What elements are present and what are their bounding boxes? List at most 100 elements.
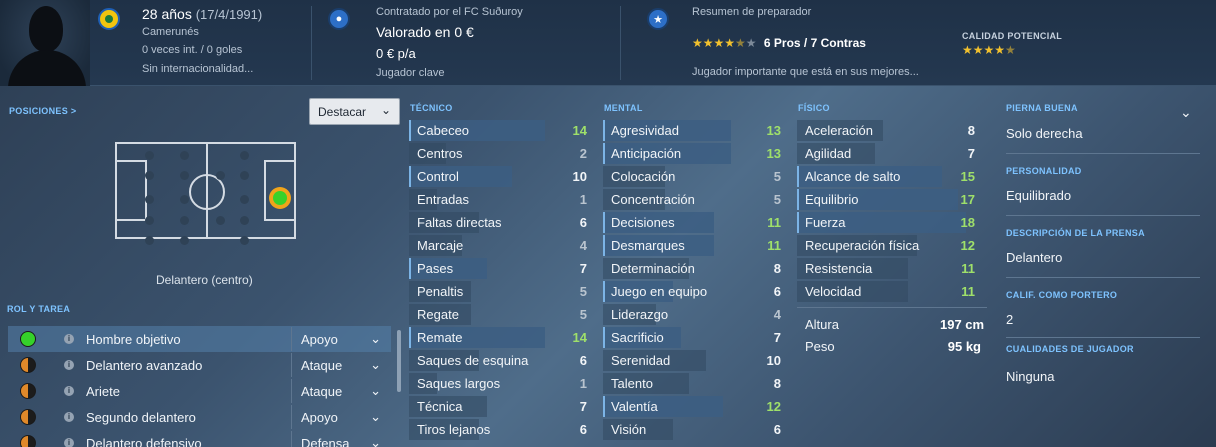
duty-value: Apoyo bbox=[301, 332, 338, 347]
attribute-row[interactable]: Anticipación 13 bbox=[603, 142, 789, 165]
attribute-row[interactable]: Desmarques 11 bbox=[603, 234, 789, 257]
attribute-value: 7 bbox=[579, 261, 587, 276]
attribute-row[interactable]: Agilidad 7 bbox=[797, 142, 983, 165]
international-status[interactable]: Sin internacionalidad... bbox=[142, 63, 253, 75]
divider bbox=[1006, 337, 1200, 338]
attribute-value: 6 bbox=[773, 284, 781, 299]
attribute-row[interactable]: Velocidad 11 bbox=[797, 280, 983, 303]
duty-dropdown[interactable]: Ataque ⌄ bbox=[291, 353, 391, 377]
duty-dropdown[interactable]: Ataque ⌄ bbox=[291, 379, 391, 403]
attribute-value: 1 bbox=[579, 192, 587, 207]
nationality-text: Camerunés bbox=[142, 26, 199, 38]
attribute-name: Alcance de salto bbox=[805, 169, 901, 184]
attribute-row[interactable]: Alcance de salto 15 bbox=[797, 165, 983, 188]
attribute-row[interactable]: Entradas 1 bbox=[409, 188, 595, 211]
attribute-row[interactable]: Talento 8 bbox=[603, 372, 789, 395]
potential-half-star-icon: ★ bbox=[1005, 43, 1016, 57]
attribute-name: Talento bbox=[611, 376, 653, 391]
info-icon[interactable]: i bbox=[64, 334, 74, 344]
attribute-value: 13 bbox=[766, 146, 781, 161]
role-row[interactable]: i Delantero avanzado Ataque ⌄ bbox=[8, 352, 391, 378]
positions-link[interactable]: POSICIONES > bbox=[9, 106, 76, 116]
mental-label: MENTAL bbox=[604, 103, 643, 113]
roles-scrollbar[interactable] bbox=[397, 330, 401, 392]
mental-attributes: Agresividad 13 Anticipación 13 Colocación 5 Co… bbox=[603, 119, 789, 441]
attribute-name: Saques largos bbox=[417, 376, 501, 391]
attribute-value: 12 bbox=[766, 399, 781, 414]
attribute-row[interactable]: Pases 7 bbox=[409, 257, 595, 280]
role-row[interactable]: i Ariete Ataque ⌄ bbox=[8, 378, 391, 404]
info-icon[interactable]: i bbox=[64, 412, 74, 422]
role-row[interactable]: i Segundo delantero Apoyo ⌄ bbox=[8, 404, 391, 430]
info-icon[interactable]: i bbox=[64, 360, 74, 370]
attribute-row[interactable]: Penaltis 5 bbox=[409, 280, 595, 303]
attribute-value: 5 bbox=[579, 307, 587, 322]
attribute-row[interactable]: Liderazgo 4 bbox=[603, 303, 789, 326]
attribute-row[interactable]: Valentía 12 bbox=[603, 395, 789, 418]
attribute-row[interactable]: Regate 5 bbox=[409, 303, 595, 326]
coach-empty-star-icon: ★ bbox=[745, 36, 757, 50]
attribute-name: Cabeceo bbox=[417, 123, 470, 138]
attribute-row[interactable]: Saques largos 1 bbox=[409, 372, 595, 395]
attribute-name: Recuperación física bbox=[805, 238, 920, 253]
physical-attributes: Aceleración 8 Agilidad 7 Alcance de salto 15 E… bbox=[797, 119, 983, 303]
coach-report-title[interactable]: Resumen de preparador bbox=[692, 6, 811, 18]
attribute-name: Velocidad bbox=[805, 284, 862, 299]
info-icon[interactable]: i bbox=[64, 386, 74, 396]
duty-dropdown[interactable]: Apoyo ⌄ bbox=[291, 327, 391, 351]
attribute-row[interactable]: Saques de esquina 6 bbox=[409, 349, 595, 372]
chevron-down-icon[interactable]: ⌄ bbox=[1180, 104, 1192, 121]
attribute-row[interactable]: Colocación 5 bbox=[603, 165, 789, 188]
duty-dropdown[interactable]: Defensa ⌄ bbox=[291, 431, 391, 447]
attribute-name: Equilibrio bbox=[805, 192, 859, 207]
attribute-value: 8 bbox=[773, 261, 781, 276]
role-name: Hombre objetivo bbox=[86, 331, 181, 347]
attribute-row[interactable]: Fuerza 18 bbox=[797, 211, 983, 234]
attribute-row[interactable]: Marcaje 4 bbox=[409, 234, 595, 257]
attribute-name: Remate bbox=[417, 330, 463, 345]
pros-cons: 6 Pros / 7 Contras bbox=[763, 36, 866, 50]
attribute-row[interactable]: Cabeceo 14 bbox=[409, 119, 595, 142]
attribute-row[interactable]: Decisiones 11 bbox=[603, 211, 789, 234]
role-name: Delantero avanzado bbox=[86, 357, 203, 373]
attribute-row[interactable]: Agresividad 13 bbox=[603, 119, 789, 142]
attribute-row[interactable]: Centros 2 bbox=[409, 142, 595, 165]
player-traits-label: CUALIDADES DE JUGADOR bbox=[1006, 344, 1134, 354]
attribute-row[interactable]: Tiros lejanos 6 bbox=[409, 418, 595, 441]
highlight-dropdown-value: Destacar bbox=[318, 105, 367, 119]
attribute-value: 11 bbox=[961, 284, 975, 299]
chevron-down-icon: ⌄ bbox=[370, 331, 381, 346]
role-row[interactable]: i Hombre objetivo Apoyo ⌄ bbox=[8, 326, 391, 352]
attribute-row[interactable]: Resistencia 11 bbox=[797, 257, 983, 280]
potential-rating: ★★★★★ bbox=[962, 43, 1016, 57]
technical-label: TÉCNICO bbox=[410, 103, 453, 113]
player-age-line: 28 años (17/4/1991) bbox=[142, 6, 262, 22]
role-suitability-icon bbox=[20, 331, 36, 347]
attribute-row[interactable]: Remate 14 bbox=[409, 326, 595, 349]
attribute-value: 6 bbox=[579, 422, 587, 437]
attribute-row[interactable]: Técnica 7 bbox=[409, 395, 595, 418]
highlight-dropdown[interactable]: Destacar ⌄ bbox=[309, 98, 400, 125]
role-row[interactable]: i Delantero defensivo Defensa ⌄ bbox=[8, 430, 391, 447]
attribute-row[interactable]: Recuperación física 12 bbox=[797, 234, 983, 257]
attribute-row[interactable]: Faltas directas 6 bbox=[409, 211, 595, 234]
preferred-foot-value: Solo derecha bbox=[1006, 126, 1083, 141]
attribute-row[interactable]: Determinación 8 bbox=[603, 257, 789, 280]
attribute-row[interactable]: Serenidad 10 bbox=[603, 349, 789, 372]
attribute-name: Centros bbox=[417, 146, 463, 161]
attribute-value: 6 bbox=[579, 353, 587, 368]
player-wage: 0 € p/a bbox=[376, 46, 416, 61]
duty-dropdown[interactable]: Apoyo ⌄ bbox=[291, 405, 391, 429]
attribute-row[interactable]: Control 10 bbox=[409, 165, 595, 188]
info-icon[interactable]: i bbox=[64, 438, 74, 447]
contract-text[interactable]: Contratado por el FC Suðuroy bbox=[376, 6, 523, 18]
selected-position-marker[interactable] bbox=[269, 187, 291, 209]
attribute-row[interactable]: Juego en equipo 6 bbox=[603, 280, 789, 303]
attribute-row[interactable]: Concentración 5 bbox=[603, 188, 789, 211]
attribute-row[interactable]: Equilibrio 17 bbox=[797, 188, 983, 211]
attribute-row[interactable]: Sacrificio 7 bbox=[603, 326, 789, 349]
attribute-row[interactable]: Aceleración 8 bbox=[797, 119, 983, 142]
attribute-row[interactable]: Visión 6 bbox=[603, 418, 789, 441]
chevron-down-icon: ⌄ bbox=[370, 383, 381, 398]
attribute-value: 7 bbox=[967, 146, 975, 161]
